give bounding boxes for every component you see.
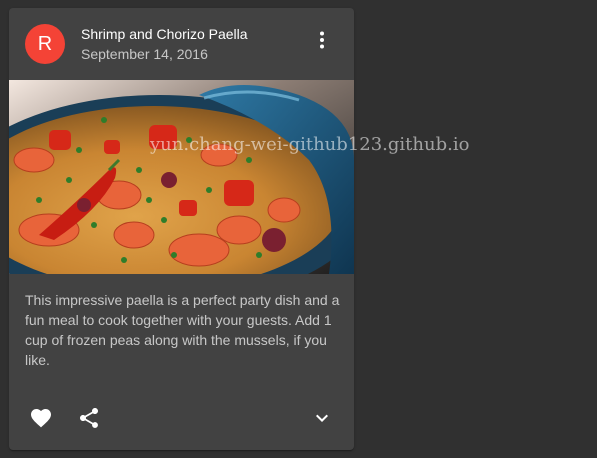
share-icon xyxy=(80,408,98,428)
card-title: Shrimp and Chorizo Paella xyxy=(81,26,248,42)
avatar: R xyxy=(25,24,65,64)
paella-illustration xyxy=(9,80,354,274)
watermark-text: yun.chang-wei-github123.github.io xyxy=(150,134,470,155)
more-options-button[interactable] xyxy=(298,16,346,64)
recipe-card: R Shrimp and Chorizo Paella September 14… xyxy=(9,8,354,450)
favorite-icon xyxy=(31,409,51,428)
card-subheader: September 14, 2016 xyxy=(81,46,208,62)
favorite-button[interactable] xyxy=(17,394,65,442)
expand-button[interactable] xyxy=(298,394,346,442)
card-actions xyxy=(9,394,354,442)
expand-more-icon xyxy=(316,414,328,422)
paella-image xyxy=(9,80,354,274)
card-description: This impressive paella is a perfect part… xyxy=(25,292,340,368)
card-header: R Shrimp and Chorizo Paella September 14… xyxy=(9,8,354,80)
more-vert-icon xyxy=(320,31,324,49)
share-button[interactable] xyxy=(65,394,113,442)
